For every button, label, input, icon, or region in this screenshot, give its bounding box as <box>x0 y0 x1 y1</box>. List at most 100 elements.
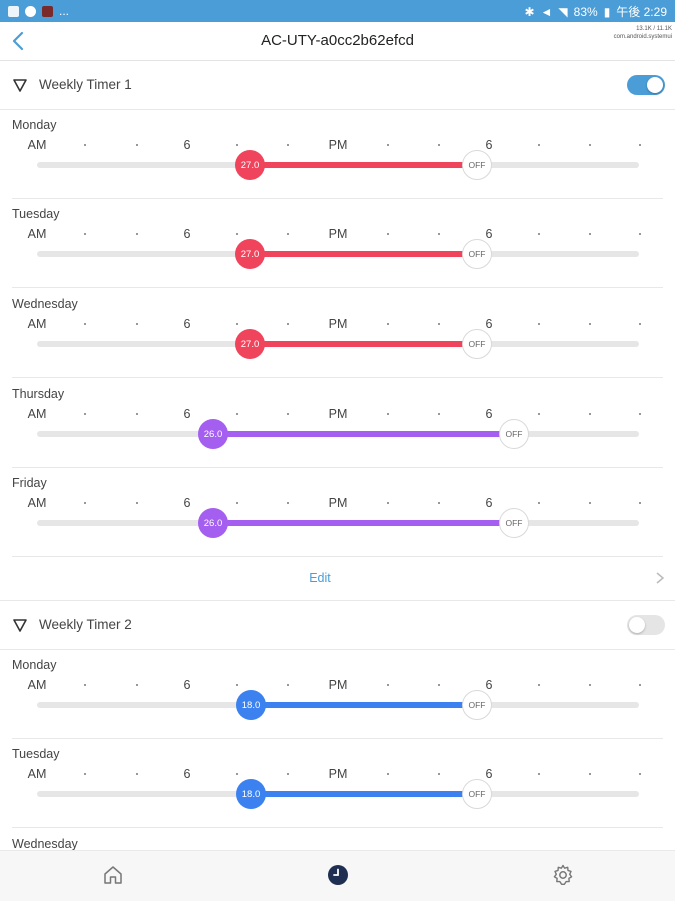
day-row[interactable]: Tuesday AM 6 PM 6 27.0 OFF <box>0 199 675 288</box>
day-row[interactable]: Wednesday AM 6 PM 6 27.0 OFF <box>0 289 675 378</box>
timer-list[interactable]: Weekly Timer 1 Monday AM 6 PM 6 27.0 OFF Tuesd… <box>0 61 675 850</box>
active-period-bar <box>213 520 514 526</box>
hour-tick <box>136 413 138 415</box>
hour-tick <box>438 502 440 504</box>
day-row[interactable]: Thursday AM 6 PM 6 26.0 OFF <box>0 379 675 468</box>
on-setpoint-handle[interactable]: 18.0 <box>236 690 266 720</box>
day-name: Monday <box>12 658 57 672</box>
hour-tick <box>639 233 641 235</box>
hour-tick <box>387 773 389 775</box>
hour-tick <box>84 233 86 235</box>
am-label: AM <box>27 407 47 421</box>
debug-overlay: 13.1K / 11.1K com.android.systemui <box>614 25 672 41</box>
active-period-bar <box>213 431 514 437</box>
off-handle[interactable]: OFF <box>499 508 529 538</box>
hour-tick <box>236 323 238 325</box>
active-period-bar <box>251 702 477 708</box>
timer-1-toggle[interactable] <box>627 75 665 95</box>
hour-tick <box>287 502 289 504</box>
hour-tick <box>639 684 641 686</box>
am-label: AM <box>27 138 47 152</box>
timer-name: Weekly Timer 1 <box>39 77 132 92</box>
hour-tick <box>287 233 289 235</box>
hour-tick <box>538 233 540 235</box>
hour-tick <box>387 502 389 504</box>
hour-tick <box>589 144 591 146</box>
on-setpoint-handle[interactable]: 26.0 <box>198 508 228 538</box>
off-handle[interactable]: OFF <box>462 150 492 180</box>
six-pm-label: 6 <box>485 496 493 510</box>
on-setpoint-handle[interactable]: 27.0 <box>235 150 265 180</box>
day-name: Tuesday <box>12 747 60 761</box>
clock-icon <box>328 865 348 885</box>
bluetooth-icon: ✱ <box>524 4 535 19</box>
hour-tick <box>387 413 389 415</box>
pm-label: PM <box>328 317 348 331</box>
off-handle[interactable]: OFF <box>499 419 529 449</box>
day-name: Wednesday <box>12 297 78 311</box>
pm-label: PM <box>328 678 348 692</box>
battery-percent: 83% <box>573 4 598 19</box>
hour-tick <box>84 144 86 146</box>
off-handle[interactable]: OFF <box>462 239 492 269</box>
day-row[interactable]: Tuesday AM 6 PM 6 18.0 OFF <box>0 739 675 828</box>
hour-tick <box>387 323 389 325</box>
hour-tick <box>136 144 138 146</box>
timer-header-2[interactable]: Weekly Timer 2 <box>0 601 675 650</box>
six-pm-label: 6 <box>485 317 493 331</box>
hour-tick <box>589 413 591 415</box>
day-row[interactable]: Monday AM 6 PM 6 27.0 OFF <box>0 110 675 199</box>
on-setpoint-handle[interactable]: 27.0 <box>235 329 265 359</box>
six-am-label: 6 <box>183 317 191 331</box>
on-setpoint-handle[interactable]: 26.0 <box>198 419 228 449</box>
pm-label: PM <box>328 227 348 241</box>
hour-tick <box>287 773 289 775</box>
row-divider <box>12 827 663 828</box>
pm-label: PM <box>328 407 348 421</box>
timer-2-toggle[interactable] <box>627 615 665 635</box>
hour-tick <box>639 502 641 504</box>
day-name: Wednesday <box>12 837 78 850</box>
hour-tick <box>84 413 86 415</box>
am-label: AM <box>27 317 47 331</box>
hour-tick <box>84 323 86 325</box>
day-row[interactable]: Monday AM 6 PM 6 18.0 OFF <box>0 650 675 739</box>
tab-bar <box>0 850 675 901</box>
toggle-knob <box>647 77 663 93</box>
mute-icon: ◄ <box>540 4 553 19</box>
am-label: AM <box>27 496 47 510</box>
day-row[interactable]: WednesdayAM6PM6 <box>0 829 675 850</box>
hour-tick <box>589 773 591 775</box>
six-am-label: 6 <box>183 767 191 781</box>
six-am-label: 6 <box>183 496 191 510</box>
six-pm-label: 6 <box>485 678 493 692</box>
hour-tick <box>136 502 138 504</box>
app-notification-icon <box>25 5 36 17</box>
edit-label: Edit <box>309 571 331 585</box>
day-name: Tuesday <box>12 207 60 221</box>
hour-tick <box>438 144 440 146</box>
hour-tick <box>438 773 440 775</box>
off-handle[interactable]: OFF <box>462 779 492 809</box>
hour-tick <box>639 144 641 146</box>
six-pm-label: 6 <box>485 138 493 152</box>
timer-header-1[interactable]: Weekly Timer 1 <box>0 61 675 110</box>
active-period-bar <box>251 791 477 797</box>
hour-tick <box>538 413 540 415</box>
edit-timer-1-button[interactable]: Edit <box>0 558 675 601</box>
tab-settings[interactable] <box>551 863 575 887</box>
day-row[interactable]: Friday AM 6 PM 6 26.0 OFF <box>0 468 675 557</box>
hour-tick <box>387 144 389 146</box>
tab-home[interactable] <box>101 863 125 887</box>
on-setpoint-handle[interactable]: 27.0 <box>235 239 265 269</box>
on-setpoint-handle[interactable]: 18.0 <box>236 779 266 809</box>
pm-label: PM <box>328 767 348 781</box>
hour-tick <box>236 684 238 686</box>
off-handle[interactable]: OFF <box>462 690 492 720</box>
hour-tick <box>538 502 540 504</box>
pm-label: PM <box>328 496 348 510</box>
off-handle[interactable]: OFF <box>462 329 492 359</box>
tab-timer[interactable] <box>326 863 350 887</box>
home-icon <box>104 866 122 884</box>
hour-tick <box>589 233 591 235</box>
